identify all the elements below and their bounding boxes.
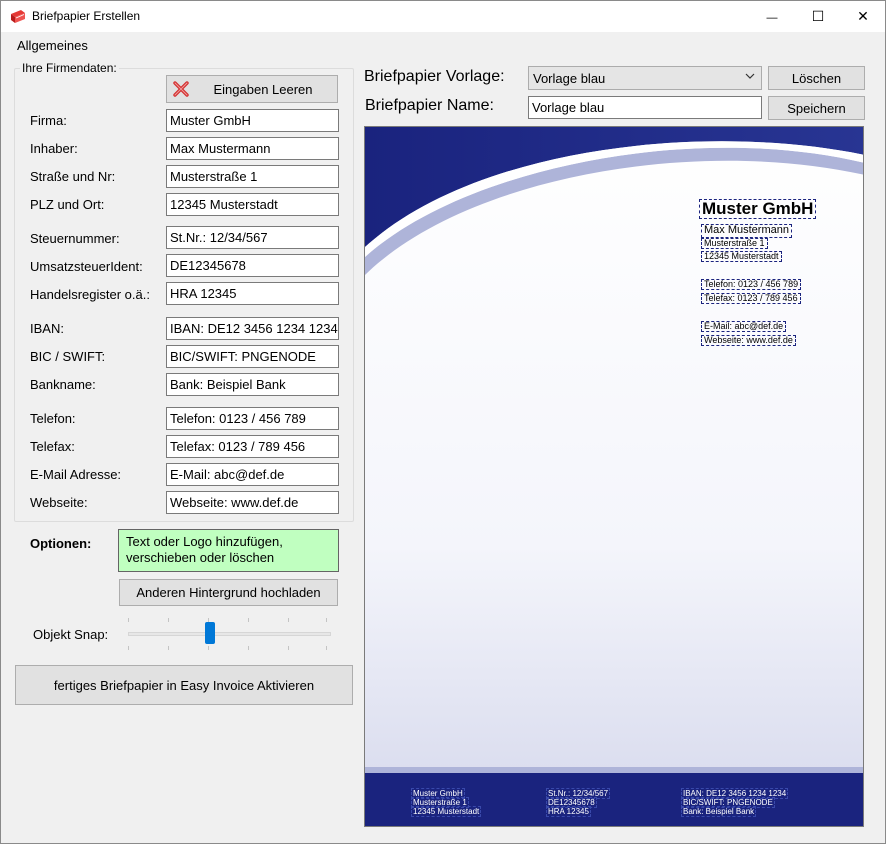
slider-tick	[128, 618, 129, 622]
input-telefax[interactable]: Telefax: 0123 / 789 456	[166, 435, 339, 458]
slider-tick	[288, 646, 289, 650]
label-strasse: Straße und Nr:	[30, 169, 116, 184]
letterhead-preview[interactable]: Muster GmbH Max Mustermann Musterstraße …	[364, 126, 864, 827]
preview-web[interactable]: Webseite: www.def.de	[701, 335, 796, 347]
name-label: Briefpapier Name:	[365, 97, 494, 114]
slider-tick	[128, 646, 129, 650]
window-title: Briefpapier Erstellen	[32, 9, 141, 23]
slider-tick	[168, 646, 169, 650]
input-bankname[interactable]: Bank: Beispiel Bank	[166, 373, 339, 396]
footer-col1-line3[interactable]: 12345 Musterstadt	[411, 806, 482, 817]
clear-inputs-label: Eingaben Leeren	[213, 81, 313, 97]
label-iban: IBAN:	[30, 321, 64, 336]
close-button[interactable]: ✕	[840, 1, 886, 32]
label-webseite: Webseite:	[30, 495, 88, 510]
delete-template-button[interactable]: Löschen	[768, 66, 865, 90]
delete-template-label: Löschen	[791, 70, 842, 86]
footer-col2-line3[interactable]: HRA 12345	[546, 806, 591, 817]
options-label: Optionen:	[30, 536, 92, 551]
template-name-input[interactable]: Vorlage blau	[528, 96, 762, 119]
preview-company-name[interactable]: Muster GmbH	[699, 199, 817, 219]
upload-background-button[interactable]: Anderen Hintergrund hochladen	[119, 579, 338, 606]
slider-tick	[288, 618, 289, 622]
company-data-legend: Ihre Firmendaten:	[20, 61, 119, 75]
input-ustid[interactable]: DE12345678	[166, 254, 339, 277]
input-bic[interactable]: BIC/SWIFT: PNGENODE	[166, 345, 339, 368]
snap-slider-track[interactable]	[128, 632, 331, 636]
chevron-down-icon	[745, 73, 755, 79]
input-email[interactable]: E-Mail: abc@def.de	[166, 463, 339, 486]
label-telefon: Telefon:	[30, 411, 76, 426]
preview-email[interactable]: E-Mail: abc@def.de	[701, 321, 787, 333]
activate-in-easy-invoice-button[interactable]: fertiges Briefpapier in Easy Invoice Akt…	[15, 665, 353, 705]
preview-fax[interactable]: Telefax: 0123 / 789 456	[701, 293, 801, 305]
save-template-button[interactable]: Speichern	[768, 96, 865, 120]
input-telefon[interactable]: Telefon: 0123 / 456 789	[166, 407, 339, 430]
input-handelsregister[interactable]: HRA 12345	[166, 282, 339, 305]
preview-owner[interactable]: Max Mustermann	[701, 224, 792, 238]
minimize-button[interactable]: —	[749, 1, 795, 32]
preview-city[interactable]: 12345 Musterstadt	[701, 251, 782, 263]
snap-label: Objekt Snap:	[33, 627, 109, 642]
slider-tick	[208, 646, 209, 650]
close-icon: ✕	[857, 8, 869, 24]
vorlage-select[interactable]: Vorlage blau	[528, 66, 762, 90]
title-bar: Briefpapier Erstellen — ☐ ✕	[1, 1, 885, 32]
menu-bar: Allgemeines	[1, 32, 885, 56]
label-email: E-Mail Adresse:	[30, 467, 122, 482]
label-steuernummer: Steuernummer:	[30, 231, 120, 246]
slider-tick	[248, 646, 249, 650]
app-icon	[11, 10, 25, 23]
app-window: Briefpapier Erstellen — ☐ ✕ Allgemeines …	[0, 0, 886, 844]
label-inhaber: Inhaber:	[30, 141, 78, 156]
upload-background-label: Anderen Hintergrund hochladen	[136, 585, 321, 600]
maximize-button[interactable]: ☐	[795, 1, 841, 32]
maximize-icon: ☐	[811, 8, 825, 24]
snap-slider-thumb[interactable]	[205, 622, 215, 644]
preview-phone[interactable]: Telefon: 0123 / 456 789	[701, 279, 802, 291]
input-plz-ort[interactable]: 12345 Musterstadt	[166, 193, 339, 216]
vorlage-selected-value: Vorlage blau	[533, 71, 606, 86]
label-plz-ort: PLZ und Ort:	[30, 197, 105, 212]
input-iban[interactable]: IBAN: DE12 3456 1234 1234	[166, 317, 339, 340]
label-telefax: Telefax:	[30, 439, 75, 454]
input-strasse[interactable]: Musterstraße 1	[166, 165, 339, 188]
save-template-label: Speichern	[787, 100, 846, 116]
preview-street[interactable]: Musterstraße 1	[701, 238, 768, 250]
slider-tick	[168, 618, 169, 622]
input-webseite[interactable]: Webseite: www.def.de	[166, 491, 339, 514]
add-text-logo-hint[interactable]: Text oder Logo hinzufügen, verschieben o…	[118, 529, 339, 572]
clear-x-icon	[173, 81, 189, 97]
label-ustid: UmsatzsteuerIdent:	[30, 259, 143, 274]
slider-tick	[248, 618, 249, 622]
footer-col3-line3[interactable]: Bank: Beispiel Bank	[681, 806, 757, 817]
minimize-icon: —	[766, 12, 778, 24]
activate-label: fertiges Briefpapier in Easy Invoice Akt…	[53, 677, 315, 693]
slider-tick	[326, 618, 327, 622]
input-firma[interactable]: Muster GmbH	[166, 109, 339, 132]
label-bic: BIC / SWIFT:	[30, 349, 106, 364]
clear-inputs-button[interactable]: Eingaben Leeren	[166, 75, 338, 103]
menu-allgemeines[interactable]: Allgemeines	[17, 38, 88, 53]
vorlage-label: Briefpapier Vorlage:	[364, 68, 505, 85]
input-steuernummer[interactable]: St.Nr.: 12/34/567	[166, 226, 339, 249]
label-handelsregister: Handelsregister o.ä.:	[30, 287, 150, 302]
input-inhaber[interactable]: Max Mustermann	[166, 137, 339, 160]
slider-tick	[326, 646, 327, 650]
label-firma: Firma:	[30, 113, 67, 128]
label-bankname: Bankname:	[30, 377, 96, 392]
